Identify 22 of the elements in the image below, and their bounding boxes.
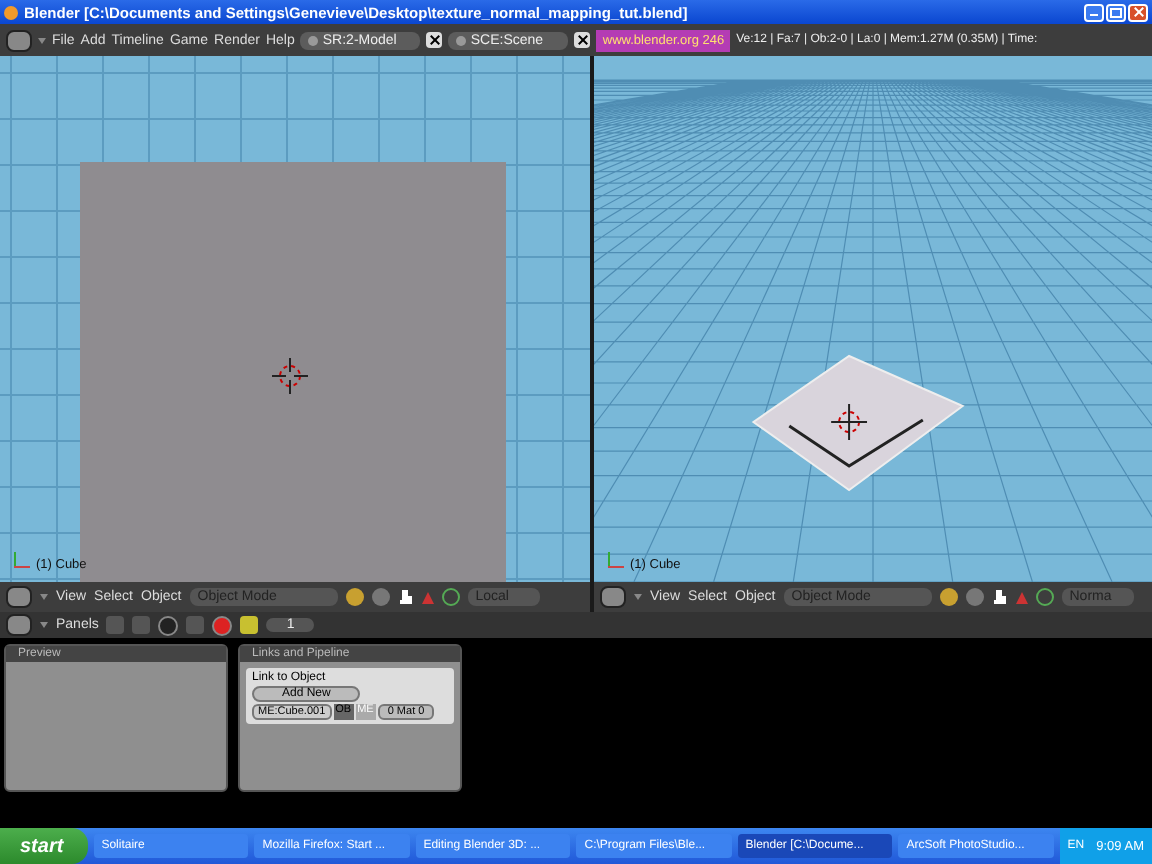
- window-type-icon[interactable]: [6, 614, 32, 636]
- cursor-icon: [270, 356, 310, 396]
- delete-button[interactable]: [426, 32, 443, 48]
- collapse-icon[interactable]: [634, 594, 642, 600]
- axis-icon: [606, 552, 624, 568]
- blender-logo-icon: [4, 5, 18, 19]
- draw-type-icon[interactable]: [345, 588, 364, 606]
- collapse-icon[interactable]: [38, 37, 46, 43]
- material-icon[interactable]: [212, 615, 233, 635]
- window-type-icon[interactable]: [6, 29, 32, 51]
- shading-icon[interactable]: [158, 615, 179, 635]
- minimize-button[interactable]: [1084, 3, 1104, 21]
- collapse-icon[interactable]: [40, 594, 48, 600]
- axis-icon: [12, 552, 30, 568]
- delete-button[interactable]: [574, 32, 591, 48]
- start-button[interactable]: start: [0, 828, 88, 864]
- maximize-button[interactable]: [1106, 3, 1126, 21]
- collapse-icon[interactable]: [40, 622, 48, 628]
- window-type-icon[interactable]: [6, 586, 32, 608]
- window-type-icon[interactable]: [600, 586, 626, 608]
- close-button[interactable]: [1128, 3, 1148, 21]
- draw-type-icon[interactable]: [939, 588, 958, 606]
